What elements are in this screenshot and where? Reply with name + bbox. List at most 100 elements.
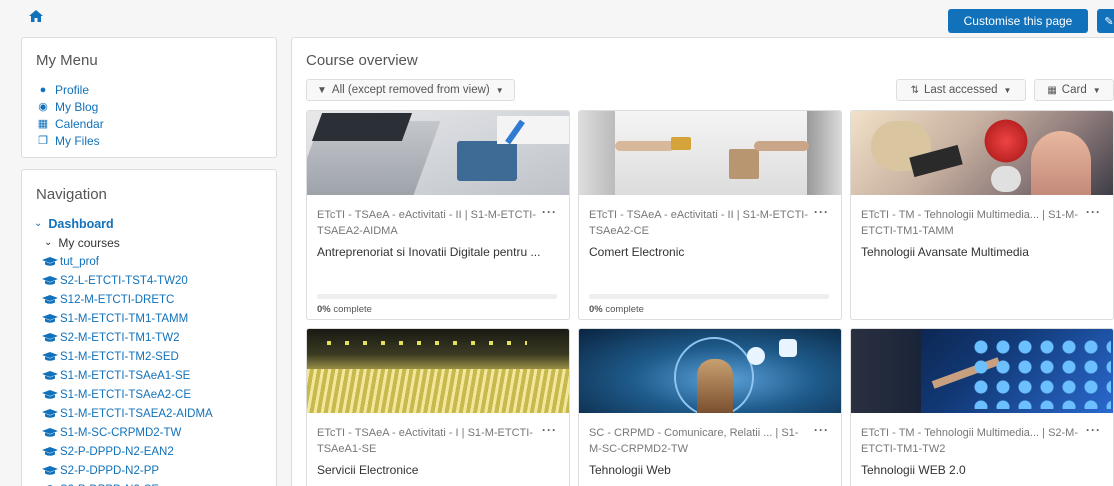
- nav-course-label: S1-M-ETCTI-TM2-SED: [60, 350, 179, 363]
- course-card[interactable]: SC - CRPMD - Comunicare, Relatii ... | S…: [578, 328, 842, 486]
- menu-item-label: Profile: [55, 82, 90, 97]
- progress-suffix: complete: [330, 304, 372, 315]
- progress-bar: [589, 294, 829, 299]
- menu-item-my-blog[interactable]: ◉ My Blog: [36, 98, 104, 115]
- progress-suffix: complete: [602, 304, 644, 315]
- graduation-cap-icon: [42, 446, 58, 456]
- caret-down-icon: ▼: [495, 85, 504, 95]
- nav-course-item[interactable]: S1-M-ETCTI-TSAEA2-AIDMA: [34, 404, 213, 423]
- nav-course-label: S12-M-ETCTI-DRETC: [60, 293, 175, 306]
- more-options-icon[interactable]: ···: [542, 423, 557, 437]
- course-category: ETcTI - TM - Tehnologii Multimedia... | …: [861, 427, 1079, 455]
- nav-course-label: S1-M-SC-CRPMD2-TW: [60, 426, 182, 439]
- menu-item-label: My Blog: [55, 99, 99, 114]
- progress-text: 0% complete: [317, 304, 372, 315]
- navigation-title: Navigation: [36, 186, 107, 203]
- more-options-icon[interactable]: ···: [1086, 205, 1101, 219]
- edit-button[interactable]: ✎: [1097, 9, 1114, 33]
- course-image[interactable]: [851, 111, 1113, 195]
- navigation-tree: ⌄ Dashboard ⌄ My courses tut_prof S2-L-ET…: [34, 214, 213, 486]
- course-card[interactable]: ETcTI - TSAeA - eActivitati - II | S1-M-…: [306, 110, 570, 320]
- nav-course-label: S2-P-DPPD-N2-PP: [60, 464, 160, 477]
- nav-course-label: S1-M-ETCTI-TSAeA2-CE: [60, 388, 191, 401]
- course-image[interactable]: [579, 329, 841, 413]
- view-label: Card: [1061, 84, 1087, 96]
- graduation-cap-icon: [42, 256, 58, 266]
- course-card[interactable]: ETcTI - TSAeA - eActivitati - II | S1-M-…: [578, 110, 842, 320]
- progress-text: 0% complete: [589, 304, 644, 315]
- user-icon: ●: [39, 83, 47, 96]
- menu-item-profile[interactable]: ● Profile: [36, 81, 104, 98]
- my-menu-list: ● Profile ◉ My Blog ▦ Calendar ❐ My File…: [36, 81, 104, 149]
- nav-course-item[interactable]: tut_prof: [34, 252, 213, 271]
- more-options-icon[interactable]: ···: [814, 423, 829, 437]
- nav-course-label: S1-M-ETCTI-TM1-TAMM: [60, 312, 189, 325]
- home-icon[interactable]: [28, 9, 44, 23]
- nav-course-label: S2-M-ETCTI-TM1-TW2: [60, 331, 180, 344]
- course-title[interactable]: Comert Electronic: [589, 244, 819, 261]
- course-card[interactable]: ETcTI - TSAeA - eActivitati - I | S1-M-E…: [306, 328, 570, 486]
- nav-course-item[interactable]: S2-P-DPPD-N2-EAN2: [34, 442, 213, 461]
- globe-icon: ◉: [38, 101, 48, 113]
- menu-item-my-files[interactable]: ❐ My Files: [36, 132, 104, 149]
- view-dropdown[interactable]: ▦ Card ▼: [1034, 79, 1114, 101]
- nav-course-item[interactable]: S12-M-ETCTI-DRETC: [34, 290, 213, 309]
- nav-dashboard[interactable]: ⌄ Dashboard: [34, 214, 213, 233]
- menu-item-label: Calendar: [55, 116, 104, 131]
- sort-dropdown[interactable]: ⇅ Last accessed ▼: [896, 79, 1026, 101]
- nav-course-item[interactable]: S2-P-DPPD-N2-PP: [34, 461, 213, 480]
- more-options-icon[interactable]: ···: [1086, 423, 1101, 437]
- course-image[interactable]: [307, 111, 569, 195]
- nav-course-item[interactable]: S2-M-ETCTI-TM1-TW2: [34, 328, 213, 347]
- course-overview-title: Course overview: [306, 52, 418, 69]
- caret-down-icon: ▼: [1003, 85, 1012, 95]
- course-title[interactable]: Servicii Electronice: [317, 462, 547, 479]
- graduation-cap-icon: [42, 351, 58, 361]
- more-options-icon[interactable]: ···: [814, 205, 829, 219]
- course-card[interactable]: ETcTI - TM - Tehnologii Multimedia... | …: [850, 110, 1114, 320]
- nav-course-item[interactable]: S1-M-ETCTI-TM2-SED: [34, 347, 213, 366]
- calendar-icon: ▦: [37, 118, 49, 130]
- graduation-cap-icon: [42, 370, 58, 380]
- graduation-cap-icon: [42, 275, 58, 285]
- my-menu-block: My Menu ● Profile ◉ My Blog ▦ Calendar ❐…: [21, 37, 277, 158]
- course-image[interactable]: [851, 329, 1113, 413]
- nav-course-item[interactable]: S1-M-ETCTI-TM1-TAMM: [34, 309, 213, 328]
- files-icon: ❐: [38, 135, 48, 147]
- nav-course-item[interactable]: S2-P-DPPD-N2-SE: [34, 480, 213, 486]
- course-image[interactable]: [307, 329, 569, 413]
- customise-page-button[interactable]: Customise this page: [948, 9, 1088, 33]
- nav-my-courses[interactable]: ⌄ My courses: [34, 233, 213, 252]
- course-category: ETcTI - TSAeA - eActivitati - I | S1-M-E…: [317, 427, 533, 455]
- course-title[interactable]: Antreprenoriat si Inovatii Digitale pent…: [317, 244, 547, 261]
- nav-course-label: S1-M-ETCTI-TSAeA1-SE: [60, 369, 191, 382]
- nav-my-courses-label: My courses: [58, 235, 120, 250]
- filter-icon: ▼: [317, 84, 327, 96]
- graduation-cap-icon: [42, 332, 58, 342]
- nav-course-item[interactable]: S1-M-SC-CRPMD2-TW: [34, 423, 213, 442]
- graduation-cap-icon: [42, 389, 58, 399]
- filter-label: All (except removed from view): [331, 84, 490, 96]
- grid-icon: ▦: [1047, 84, 1057, 96]
- filter-dropdown[interactable]: ▼ All (except removed from view) ▼: [306, 79, 515, 101]
- course-category: SC - CRPMD - Comunicare, Relatii ... | S…: [589, 427, 799, 455]
- chevron-down-icon: ⌄: [44, 237, 53, 248]
- course-card[interactable]: ETcTI - TM - Tehnologii Multimedia... | …: [850, 328, 1114, 486]
- course-image[interactable]: [579, 111, 841, 195]
- graduation-cap-icon: [42, 427, 58, 437]
- course-title[interactable]: Tehnologii WEB 2.0: [861, 462, 1091, 479]
- course-category: ETcTI - TSAeA - eActivitati - II | S1-M-…: [589, 209, 809, 237]
- nav-course-item[interactable]: S2-L-ETCTI-TST4-TW20: [34, 271, 213, 290]
- nav-dashboard-label: Dashboard: [48, 216, 114, 231]
- progress-percent: 0%: [317, 304, 331, 315]
- more-options-icon[interactable]: ···: [542, 205, 557, 219]
- progress-bar: [317, 294, 557, 299]
- course-category: ETcTI - TM - Tehnologii Multimedia... | …: [861, 209, 1079, 237]
- nav-course-item[interactable]: S1-M-ETCTI-TSAeA1-SE: [34, 366, 213, 385]
- nav-course-item[interactable]: S1-M-ETCTI-TSAeA2-CE: [34, 385, 213, 404]
- course-title[interactable]: Tehnologii Web: [589, 462, 819, 479]
- sort-label: Last accessed: [923, 84, 998, 96]
- caret-down-icon: ▼: [1092, 85, 1101, 95]
- course-title[interactable]: Tehnologii Avansate Multimedia: [861, 244, 1091, 261]
- menu-item-calendar[interactable]: ▦ Calendar: [36, 115, 104, 132]
